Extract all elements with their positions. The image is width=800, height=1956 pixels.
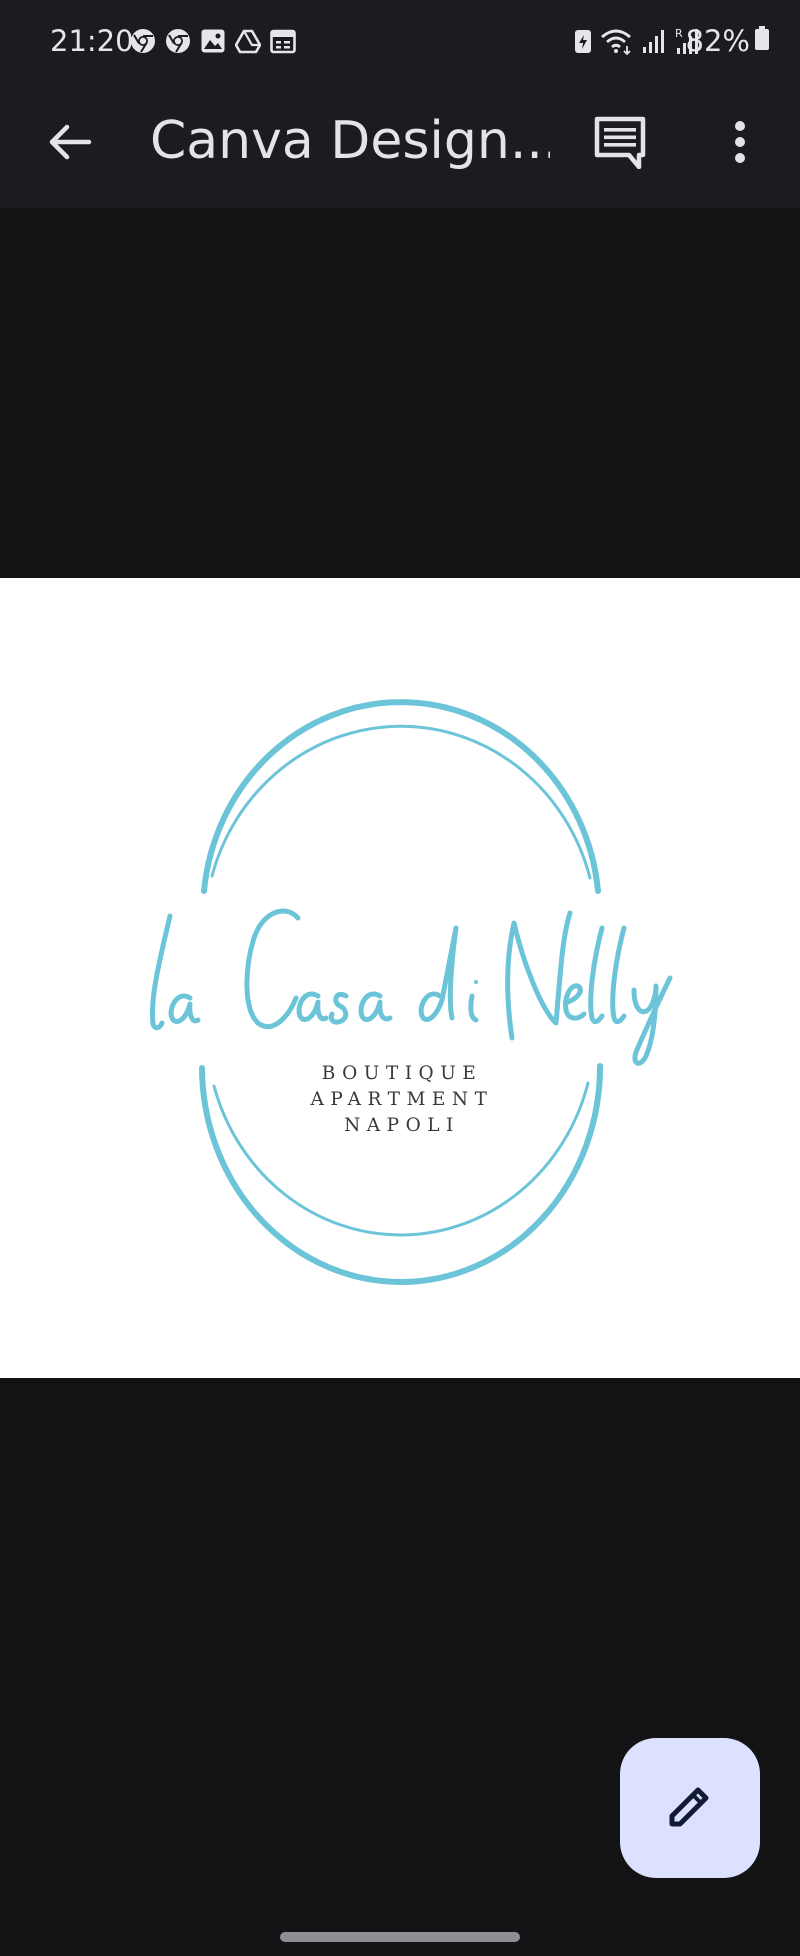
logo-line-apartment: APARTMENT xyxy=(310,1089,494,1110)
edit-fab-button[interactable] xyxy=(620,1738,760,1878)
logo-line-boutique: BOUTIQUE xyxy=(322,1063,483,1084)
logo-line-napoli: NAPOLI xyxy=(344,1115,460,1136)
comments-button[interactable] xyxy=(588,112,652,176)
logo-circle-frame xyxy=(199,699,604,1286)
comment-icon xyxy=(593,115,647,174)
chrome-icon xyxy=(165,28,191,54)
more-vert-icon xyxy=(732,118,748,171)
calendar-icon xyxy=(270,28,296,54)
gallery-icon xyxy=(200,28,226,54)
logo: BOUTIQUE APARTMENT NAPOLI xyxy=(149,699,673,1286)
battery-indicator: 82% xyxy=(686,24,770,58)
more-options-button[interactable] xyxy=(710,112,770,176)
battery-percent: 82% xyxy=(685,24,750,58)
battery-saver-icon xyxy=(573,27,593,55)
status-bar: 21:20 R 82% xyxy=(0,0,800,84)
system-icons: R xyxy=(573,26,702,56)
wifi-icon xyxy=(600,27,634,55)
app-bar: Canva Design.... xyxy=(0,84,800,208)
status-time: 21:20 xyxy=(50,24,134,58)
notification-icons xyxy=(130,28,296,54)
edit-pencil-icon xyxy=(664,1780,716,1837)
battery-icon xyxy=(754,24,770,58)
signal-icon xyxy=(641,27,667,55)
design-preview: BOUTIQUE APARTMENT NAPOLI xyxy=(0,578,800,1378)
gesture-nav-handle[interactable] xyxy=(280,1932,520,1942)
logo-script-text xyxy=(149,908,673,1066)
svg-text:R: R xyxy=(675,27,683,40)
back-button[interactable] xyxy=(40,114,100,174)
drive-icon xyxy=(235,28,261,54)
document-title: Canva Design.... xyxy=(150,111,550,171)
chrome-icon xyxy=(130,28,156,54)
arrow-back-icon xyxy=(47,122,93,167)
